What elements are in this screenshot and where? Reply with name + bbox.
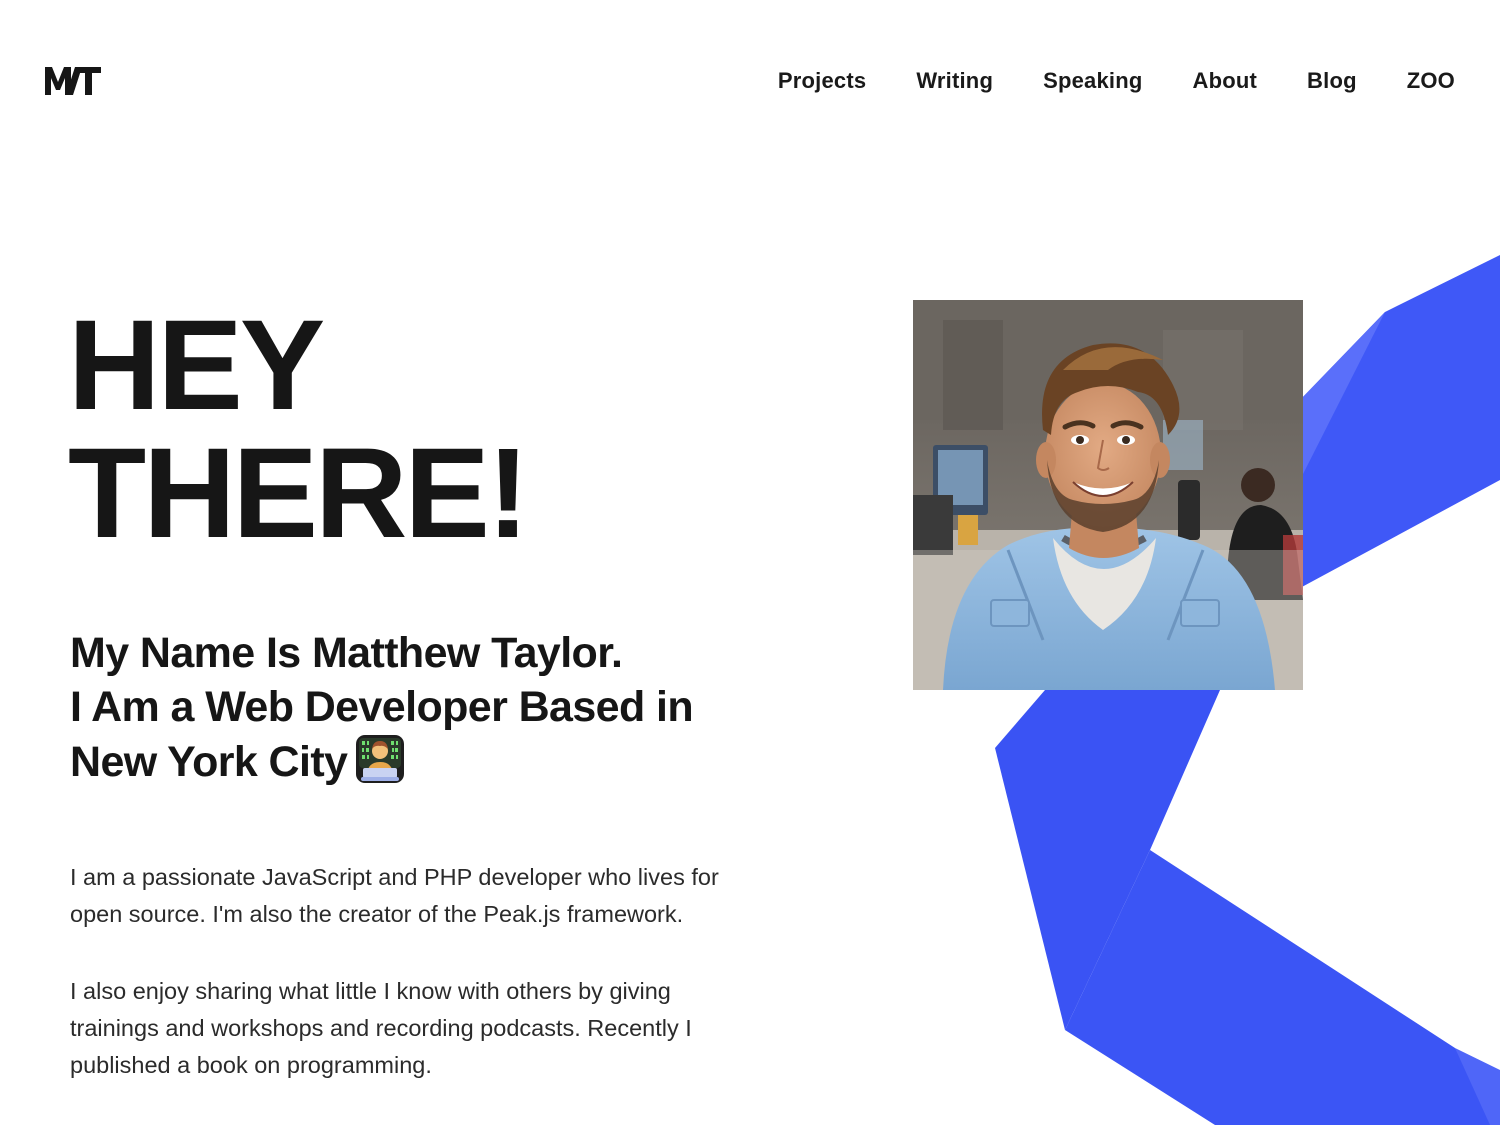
nav-link-blog[interactable]: Blog [1307,66,1357,96]
nav-link-zoo[interactable]: ZOO [1407,66,1455,96]
main-nav: Projects Writing Speaking About Blog ZOO [778,66,1455,96]
hero-heading-line1: HEY [68,294,325,437]
bio-paragraph-2: I also enjoy sharing what little I know … [70,978,692,1078]
site-logo[interactable] [44,62,104,98]
nav-link-writing[interactable]: Writing [916,66,993,96]
subtitle-line2: I Am a Web Developer Based in [70,683,694,731]
nav-link-speaking[interactable]: Speaking [1043,66,1142,96]
technologist-emoji-icon [356,735,405,783]
profile-photo [913,300,1303,690]
mt-logo-icon [45,67,101,95]
subtitle-line3-wrap: New York City [70,734,770,789]
intro-subtitle: My Name Is Matthew Taylor. I Am a Web De… [70,626,770,789]
page: Projects Writing Speaking About Blog ZOO… [0,0,1500,1125]
hero-heading: HEY THERE! [68,294,529,565]
subtitle-line1: My Name Is Matthew Taylor. [70,629,623,677]
subtitle-line3: New York City [70,738,348,786]
hero-heading-line2: THERE! [68,422,529,565]
nav-link-projects[interactable]: Projects [778,66,866,96]
bio-paragraph-1: I am a passionate JavaScript and PHP dev… [70,864,719,927]
nav-link-about[interactable]: About [1193,66,1258,96]
profile-photo-image [913,300,1303,690]
